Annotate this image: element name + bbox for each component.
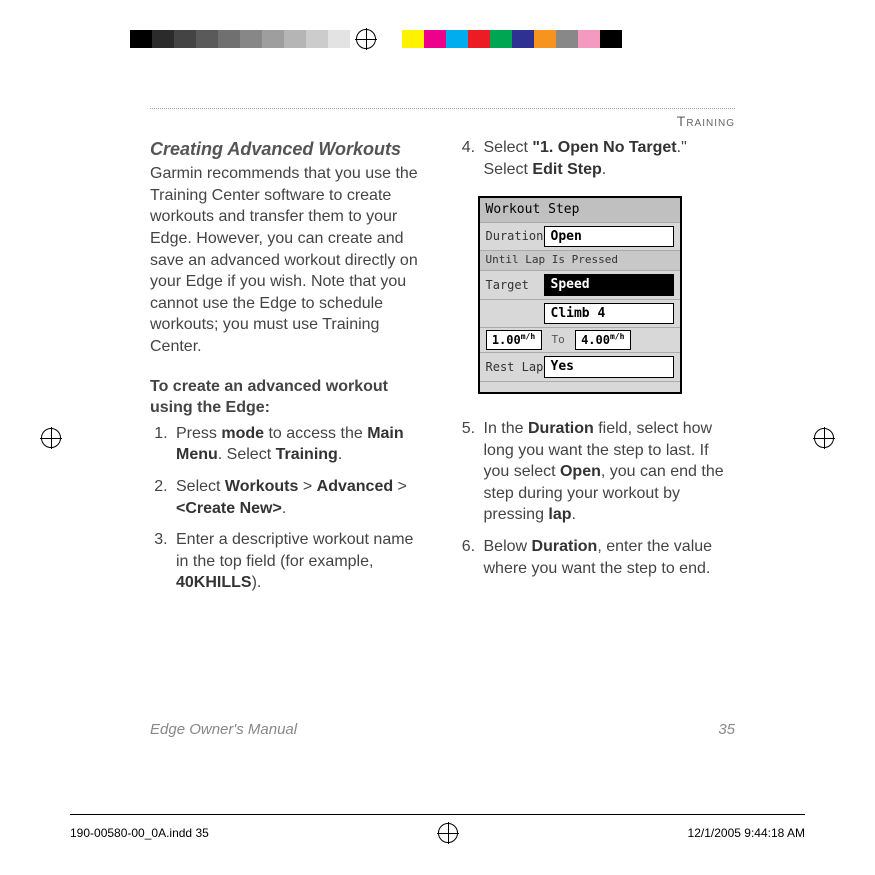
page-content: Training Creating Advanced Workouts Garm…: [150, 108, 735, 738]
step-4: Select "1. Open No Target." Select Edit …: [480, 137, 736, 180]
imprint-bar: 190-00580-00_0A.indd 35 12/1/2005 9:44:1…: [70, 814, 805, 845]
step-2: Select Workouts > Advanced > <Create New…: [172, 476, 428, 519]
procedure-heading: To create an advanced workout using the …: [150, 376, 428, 419]
rest-row: Rest Lap Yes: [480, 353, 680, 382]
registration-mark-icon: [41, 428, 61, 448]
duration-value: Open: [544, 226, 674, 248]
print-registration-bar: [70, 30, 805, 48]
manual-title: Edge Owner's Manual: [150, 721, 297, 738]
duration-label: Duration: [486, 228, 544, 244]
from-value: 1.00m/h: [486, 330, 542, 350]
range-row: 1.00m/h To 4.00m/h: [480, 328, 680, 353]
rest-value: Yes: [544, 356, 674, 378]
zone-value: Climb 4: [544, 303, 674, 325]
registration-mark-icon: [814, 428, 834, 448]
subsection-title: Creating Advanced Workouts: [150, 137, 428, 161]
device-screenshot: Workout Step Duration Open Until Lap Is …: [478, 196, 682, 394]
section-header: Training: [150, 108, 735, 129]
intro-paragraph: Garmin recommends that you use the Train…: [150, 163, 428, 357]
registration-mark-icon: [356, 29, 376, 49]
step-6: Below Duration, enter the value where yo…: [480, 536, 736, 579]
grayscale-swatches: [130, 30, 350, 48]
right-column: Select "1. Open No Target." Select Edit …: [458, 137, 736, 604]
duration-row: Duration Open: [480, 223, 680, 252]
step-5: In the Duration field, select how long y…: [480, 418, 736, 526]
target-label: Target: [486, 277, 544, 293]
until-note: Until Lap Is Pressed: [480, 251, 680, 271]
left-column: Creating Advanced Workouts Garmin recomm…: [150, 137, 428, 604]
rest-label: Rest Lap: [486, 359, 544, 375]
screen-title: Workout Step: [480, 198, 680, 223]
registration-mark-icon: [438, 823, 458, 843]
imprint-file: 190-00580-00_0A.indd 35: [70, 826, 209, 840]
target-row: Target Speed: [480, 271, 680, 300]
step-3: Enter a descriptive workout name in the …: [172, 529, 428, 594]
page-footer: Edge Owner's Manual 35: [150, 721, 735, 738]
imprint-timestamp: 12/1/2005 9:44:18 AM: [688, 826, 805, 840]
to-value: 4.00m/h: [575, 330, 631, 350]
to-label: To: [546, 333, 571, 348]
step-1: Press mode to access the Main Menu. Sele…: [172, 423, 428, 466]
target-value: Speed: [544, 274, 674, 296]
page-number: 35: [718, 721, 735, 738]
zone-row: Climb 4: [480, 300, 680, 329]
color-swatches: [402, 30, 622, 48]
